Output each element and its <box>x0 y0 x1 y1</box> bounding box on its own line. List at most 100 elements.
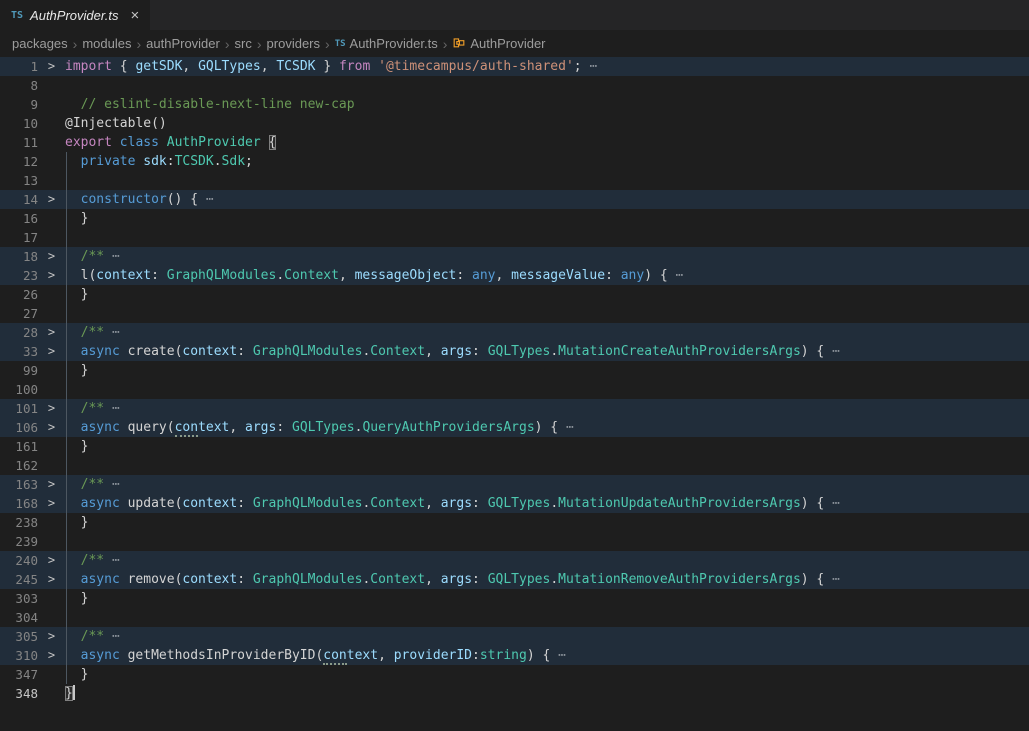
code-content[interactable]: export class AuthProvider { <box>65 133 1029 152</box>
code-line[interactable]: 240>/** ⋯ <box>0 551 1029 570</box>
code-line[interactable]: 23>l(context: GraphQLModules.Context, me… <box>0 266 1029 285</box>
code-line[interactable]: 304 <box>0 608 1029 627</box>
line-number[interactable]: 238 <box>0 513 38 532</box>
code-content[interactable]: } <box>65 361 1029 380</box>
code-content[interactable]: } <box>65 513 1029 532</box>
fold-chevron-icon[interactable]: > <box>38 342 65 361</box>
line-number[interactable]: 348 <box>0 684 38 703</box>
line-number[interactable]: 305 <box>0 627 38 646</box>
code-line[interactable]: 162 <box>0 456 1029 475</box>
breadcrumb-item-authprovider-ts[interactable]: TSAuthProvider.ts <box>335 36 438 51</box>
code-line[interactable]: 14>constructor() { ⋯ <box>0 190 1029 209</box>
breadcrumb-item-packages[interactable]: packages <box>12 36 68 51</box>
code-content[interactable]: // eslint-disable-next-line new-cap <box>65 95 1029 114</box>
code-line[interactable]: 11 export class AuthProvider { <box>0 133 1029 152</box>
code-line[interactable]: 348} <box>0 684 1029 703</box>
fold-chevron-icon[interactable]: > <box>38 323 65 342</box>
line-number[interactable]: 161 <box>0 437 38 456</box>
code-line[interactable]: 27 <box>0 304 1029 323</box>
code-line[interactable]: 305>/** ⋯ <box>0 627 1029 646</box>
line-number[interactable]: 162 <box>0 456 38 475</box>
line-number[interactable]: 11 <box>0 133 38 152</box>
code-line[interactable]: 9 // eslint-disable-next-line new-cap <box>0 95 1029 114</box>
line-number[interactable]: 101 <box>0 399 38 418</box>
code-content[interactable]: @Injectable() <box>65 114 1029 133</box>
line-number[interactable]: 100 <box>0 380 38 399</box>
code-line[interactable]: 1>import { getSDK, GQLTypes, TCSDK } fro… <box>0 57 1029 76</box>
code-line[interactable]: 101>/** ⋯ <box>0 399 1029 418</box>
line-number[interactable]: 99 <box>0 361 38 380</box>
code-content[interactable]: } <box>65 665 1029 684</box>
line-number[interactable]: 347 <box>0 665 38 684</box>
line-number[interactable]: 310 <box>0 646 38 665</box>
line-number[interactable]: 1 <box>0 57 38 76</box>
code-content[interactable]: l(context: GraphQLModules.Context, messa… <box>65 266 1029 285</box>
code-content[interactable]: /** ⋯ <box>65 247 1029 266</box>
code-content[interactable]: } <box>65 437 1029 456</box>
code-line[interactable]: 100 <box>0 380 1029 399</box>
code-content[interactable]: private sdk:TCSDK.Sdk; <box>65 152 1029 171</box>
code-content[interactable] <box>65 532 1029 551</box>
breadcrumb-item-providers[interactable]: providers <box>267 36 320 51</box>
line-number[interactable]: 304 <box>0 608 38 627</box>
code-content[interactable]: async query(context, args: GQLTypes.Quer… <box>65 418 1029 437</box>
line-number[interactable]: 239 <box>0 532 38 551</box>
code-line[interactable]: 238} <box>0 513 1029 532</box>
line-number[interactable]: 26 <box>0 285 38 304</box>
fold-chevron-icon[interactable]: > <box>38 475 65 494</box>
line-number[interactable]: 28 <box>0 323 38 342</box>
code-content[interactable]: /** ⋯ <box>65 627 1029 646</box>
line-number[interactable]: 245 <box>0 570 38 589</box>
fold-chevron-icon[interactable]: > <box>38 551 65 570</box>
line-number[interactable]: 27 <box>0 304 38 323</box>
code-content[interactable]: } <box>65 209 1029 228</box>
code-line[interactable]: 10@Injectable() <box>0 114 1029 133</box>
code-line[interactable]: 106>async query(context, args: GQLTypes.… <box>0 418 1029 437</box>
breadcrumb-item-src[interactable]: src <box>235 36 252 51</box>
line-number[interactable]: 168 <box>0 494 38 513</box>
code-line[interactable]: 8 <box>0 76 1029 95</box>
code-content[interactable]: async getMethodsInProviderByID(context, … <box>65 646 1029 665</box>
fold-chevron-icon[interactable]: > <box>38 570 65 589</box>
code-line[interactable]: 16} <box>0 209 1029 228</box>
code-line[interactable]: 17 <box>0 228 1029 247</box>
code-content[interactable]: } <box>65 684 1029 703</box>
code-content[interactable]: async create(context: GraphQLModules.Con… <box>65 342 1029 361</box>
code-content[interactable]: async remove(context: GraphQLModules.Con… <box>65 570 1029 589</box>
code-content[interactable] <box>65 456 1029 475</box>
close-icon[interactable]: × <box>130 8 139 23</box>
code-line[interactable]: 99} <box>0 361 1029 380</box>
line-number[interactable]: 9 <box>0 95 38 114</box>
line-number[interactable]: 17 <box>0 228 38 247</box>
code-content[interactable]: import { getSDK, GQLTypes, TCSDK } from … <box>65 57 1029 76</box>
code-content[interactable] <box>65 171 1029 190</box>
line-number[interactable]: 8 <box>0 76 38 95</box>
code-line[interactable]: 303} <box>0 589 1029 608</box>
breadcrumb-item-modules[interactable]: modules <box>82 36 131 51</box>
code-line[interactable]: 168>async update(context: GraphQLModules… <box>0 494 1029 513</box>
code-line[interactable]: 245>async remove(context: GraphQLModules… <box>0 570 1029 589</box>
fold-chevron-icon[interactable]: > <box>38 494 65 513</box>
line-number[interactable]: 18 <box>0 247 38 266</box>
code-line[interactable]: 28>/** ⋯ <box>0 323 1029 342</box>
fold-chevron-icon[interactable]: > <box>38 646 65 665</box>
code-content[interactable]: } <box>65 589 1029 608</box>
code-content[interactable]: async update(context: GraphQLModules.Con… <box>65 494 1029 513</box>
line-number[interactable]: 240 <box>0 551 38 570</box>
code-content[interactable]: } <box>65 285 1029 304</box>
code-content[interactable] <box>65 76 1029 95</box>
code-content[interactable] <box>65 304 1029 323</box>
code-line[interactable]: 161} <box>0 437 1029 456</box>
breadcrumb-item-authprovider[interactable]: AuthProvider <box>452 35 545 52</box>
line-number[interactable]: 303 <box>0 589 38 608</box>
code-content[interactable]: /** ⋯ <box>65 323 1029 342</box>
fold-chevron-icon[interactable]: > <box>38 57 65 76</box>
code-line[interactable]: 347} <box>0 665 1029 684</box>
fold-chevron-icon[interactable]: > <box>38 399 65 418</box>
code-line[interactable]: 26} <box>0 285 1029 304</box>
code-content[interactable]: constructor() { ⋯ <box>65 190 1029 209</box>
code-line[interactable]: 18>/** ⋯ <box>0 247 1029 266</box>
fold-chevron-icon[interactable]: > <box>38 266 65 285</box>
line-number[interactable]: 12 <box>0 152 38 171</box>
code-content[interactable] <box>65 608 1029 627</box>
